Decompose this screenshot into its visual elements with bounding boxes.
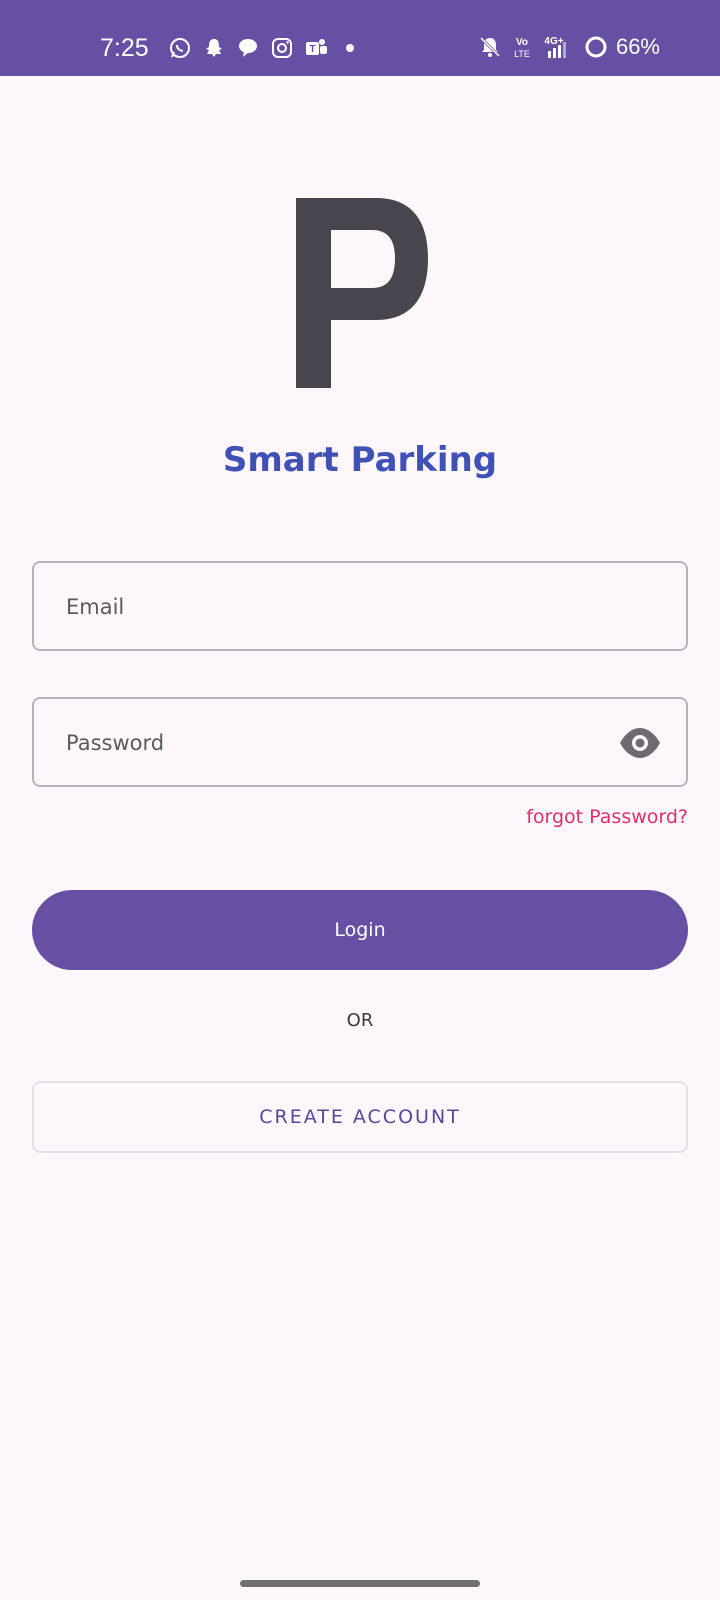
svg-text:Vo: Vo: [516, 37, 528, 48]
dot-icon: [346, 44, 354, 52]
email-field[interactable]: [32, 561, 688, 651]
app-title: Smart Parking: [222, 440, 498, 480]
whatsapp-icon: [170, 38, 190, 58]
signal-4g-icon: 4G+: [544, 36, 566, 58]
snapchat-icon: [206, 39, 222, 57]
battery-percentage: 66%: [615, 34, 660, 59]
password-input[interactable]: [64, 699, 628, 787]
volte-icon: Vo LTE: [514, 37, 530, 59]
forgot-password-link[interactable]: forgot Password?: [526, 806, 688, 828]
bell-muted-icon: [479, 36, 501, 58]
chat-icon: [239, 39, 257, 57]
login-button[interactable]: Login: [32, 890, 688, 970]
svg-text:LTE: LTE: [514, 49, 530, 59]
notification-icons: T: [168, 36, 362, 60]
or-divider-text: OR: [346, 1010, 374, 1031]
teams-icon: T: [306, 39, 327, 55]
battery-icon: [585, 36, 607, 58]
status-time: 7:25: [100, 34, 149, 62]
home-gesture-bar[interactable]: [240, 1580, 480, 1587]
instagram-icon: [272, 38, 292, 58]
parking-logo-icon: [296, 198, 428, 388]
password-field[interactable]: [32, 697, 688, 787]
system-status-icons: Vo LTE 4G+ 66%: [478, 34, 660, 60]
email-input[interactable]: [64, 563, 628, 651]
svg-text:T: T: [309, 44, 315, 55]
status-bar: 7:25 T Vo LTE 4G+ 66%: [0, 0, 720, 76]
create-account-button[interactable]: CREATE ACCOUNT: [32, 1081, 688, 1153]
eye-icon[interactable]: [618, 726, 662, 760]
